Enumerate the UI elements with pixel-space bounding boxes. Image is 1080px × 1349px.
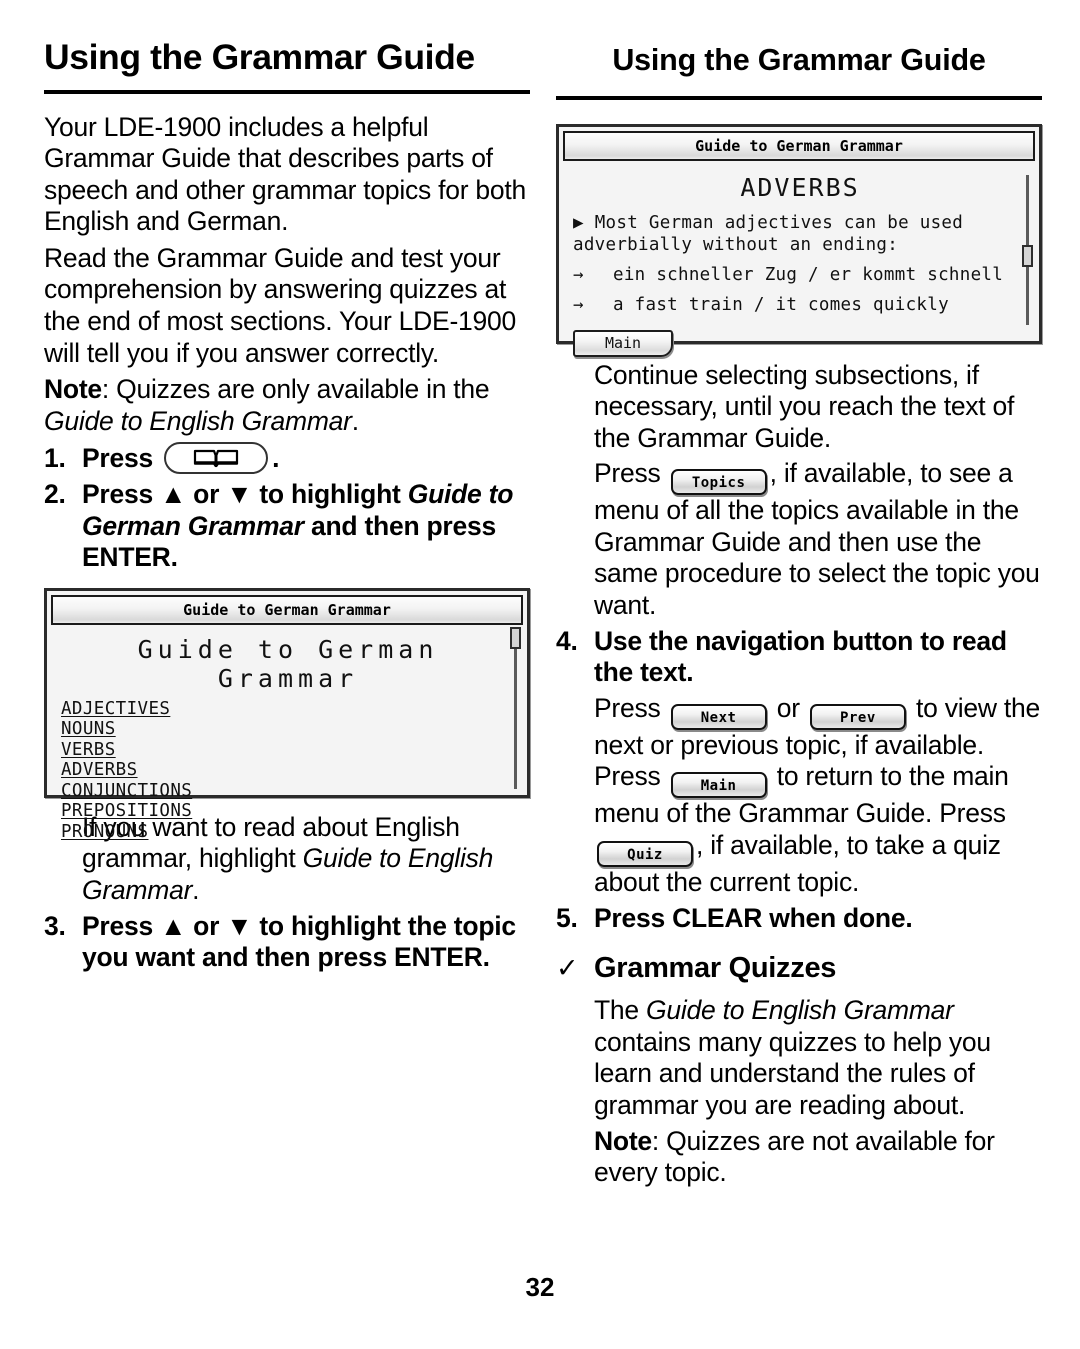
step-2-number: 2.	[44, 479, 66, 510]
step-4-text: Use the navigation button to read the te…	[594, 625, 1007, 688]
page-title-left: Using the Grammar Guide	[44, 37, 475, 77]
note-italic-title: Guide to English Grammar	[44, 405, 352, 436]
lcd-scrollbar-track-menu[interactable]	[514, 628, 517, 789]
lcd-menu-list: ADJECTIVES NOUNS VERBS ADVERBS CONJUNCTI…	[61, 699, 515, 843]
arrow-right-icon: →	[573, 264, 584, 285]
quiz-key[interactable]: Quiz	[597, 841, 693, 868]
step-3-text: Press ▲ or ▼ to highlight the topic you …	[82, 910, 516, 973]
lcd-titlebar-adverbs: Guide to German Grammar	[563, 130, 1035, 161]
step-2: 2. Press ▲ or ▼ to highlight Guide to Ger…	[44, 479, 530, 574]
lcd-menu-item[interactable]: ADJECTIVES	[61, 699, 170, 720]
step-5-number: 5.	[556, 902, 578, 933]
note-separator: :	[101, 374, 117, 405]
intro-paragraph: Your LDE-1900 includes a helpful Grammar…	[44, 111, 526, 237]
title-rule-right	[556, 95, 1042, 100]
lcd-example-german: → ein schneller Zug / er kommt schnell	[573, 264, 1027, 286]
quizzes-paragraph: The Guide to English Grammar contains ma…	[556, 995, 1042, 1121]
note-label-right: Note	[594, 1125, 652, 1156]
lcd-menu-item[interactable]: CONJUNCTIONS	[61, 781, 192, 802]
lcd-titlebar-label-adverbs: Guide to German Grammar	[695, 136, 903, 155]
lcd-titlebar-menu: Guide to German Grammar	[51, 594, 523, 625]
main-key[interactable]: Main	[670, 772, 767, 799]
right-column: Using the Grammar Guide Guide to German …	[556, 0, 1042, 1193]
lcd-screenshot-german-menu: Guide to German Grammar Guide to German …	[44, 587, 530, 841]
note-label: Note	[44, 374, 102, 405]
topics-paragraph: Press Topics, if available, to see a men…	[556, 458, 1042, 621]
navigation-paragraph: Press Next or Prev to view the next or p…	[556, 693, 1042, 899]
lcd-body-menu: Guide to German Grammar ADJECTIVES NOUNS…	[47, 625, 527, 853]
step-4: 4. Use the navigation button to read the …	[556, 626, 1042, 689]
lcd-menu-item[interactable]: ADVERBS	[61, 761, 138, 781]
read-paragraph: Read the Grammar Guide and test your com…	[44, 242, 516, 368]
lcd-titlebar-label-menu: Guide to German Grammar	[183, 600, 391, 619]
lcd-example-english-text: a fast train / it comes quickly	[613, 294, 949, 315]
quizzes-text-before: The	[594, 995, 647, 1026]
lcd-menu-item[interactable]: NOUNS	[61, 720, 116, 740]
continue-paragraph: Continue selecting subsections, if neces…	[594, 359, 1015, 453]
english-note-text-after: .	[192, 875, 200, 905]
step-1-number: 1.	[44, 443, 66, 474]
left-column: Using the Grammar Guide Your LDE-1900 in…	[44, 0, 530, 977]
note-text-after: .	[351, 405, 359, 436]
nav-text-2: or	[769, 692, 807, 723]
step-1: 1. Press .	[44, 442, 530, 475]
lcd-scrollbar-thumb-menu[interactable]	[510, 626, 521, 649]
manual-page: Using the Grammar Guide Your LDE-1900 in…	[0, 0, 1080, 1349]
lcd-bullet-text: Most German adjectives can be used adver…	[573, 212, 964, 255]
topics-key[interactable]: Topics	[670, 469, 767, 496]
arrow-right-icon: →	[573, 294, 584, 315]
step-1-text-before: Press	[82, 443, 161, 474]
lcd-menu-item[interactable]: VERBS	[61, 740, 116, 761]
lcd-screen-heading-adverbs: ADVERBS	[740, 172, 860, 202]
nav-text-1: Press	[594, 692, 668, 723]
page-number: 32	[525, 1272, 555, 1302]
topics-text-before: Press	[594, 458, 668, 489]
note-quizzes-availability: Note: Quizzes are not available for ever…	[556, 1126, 1042, 1189]
step-4-number: 4.	[556, 625, 578, 656]
lcd-menu-item[interactable]: PRONOUNS	[61, 822, 149, 843]
lcd-screen-title: Guide to German Grammar	[137, 634, 439, 693]
lcd-screenshot-adverbs: Guide to German Grammar ADVERBS ▶ Most G…	[556, 123, 1042, 357]
lcd-main-button[interactable]: Main	[573, 329, 673, 357]
quizzes-italic-title: Guide to English Grammar	[646, 995, 954, 1026]
book-key-icon[interactable]	[164, 442, 269, 475]
step-3-number: 3.	[44, 910, 66, 941]
step-5: 5. Press CLEAR when done.	[556, 903, 1042, 935]
step-1-text-after: .	[272, 443, 280, 474]
step-3: 3. Press ▲ or ▼ to highlight the topic yo…	[44, 911, 530, 974]
checkmark-icon: ✓	[556, 953, 579, 984]
next-key[interactable]: Next	[670, 703, 767, 730]
note-separator-right: :	[651, 1125, 667, 1156]
lcd-menu-item[interactable]: PREPOSITIONS	[61, 802, 192, 822]
lcd-scrollbar-thumb-adverbs[interactable]	[1022, 244, 1033, 267]
step-5-text: Press CLEAR when done.	[594, 902, 913, 933]
section-heading-grammar-quizzes: ✓ Grammar Quizzes	[556, 952, 1042, 985]
lcd-example-german-text: ein schneller Zug / er kommt schnell	[613, 264, 1004, 285]
page-title-right: Using the Grammar Guide	[612, 43, 986, 77]
lcd-body-adverbs: ADVERBS ▶ Most German adjectives can be …	[559, 161, 1039, 367]
lcd-bullet-glyph-icon: ▶	[573, 212, 584, 233]
section-heading-title: Grammar Quizzes	[594, 952, 837, 985]
lcd-bullet-paragraph: ▶ Most German adjectives can be used adv…	[573, 212, 1027, 256]
quizzes-text-after: contains many quizzes to help you learn …	[594, 1026, 991, 1120]
step-2-text-before: Press ▲ or ▼ to highlight	[82, 479, 408, 510]
lcd-example-english: → a fast train / it comes quickly	[573, 294, 1027, 316]
prev-key[interactable]: Prev	[809, 703, 906, 730]
note-text-before: Quizzes are only available in the	[116, 374, 490, 405]
note-english-grammar: Note: Quizzes are only available in the …	[44, 374, 530, 437]
